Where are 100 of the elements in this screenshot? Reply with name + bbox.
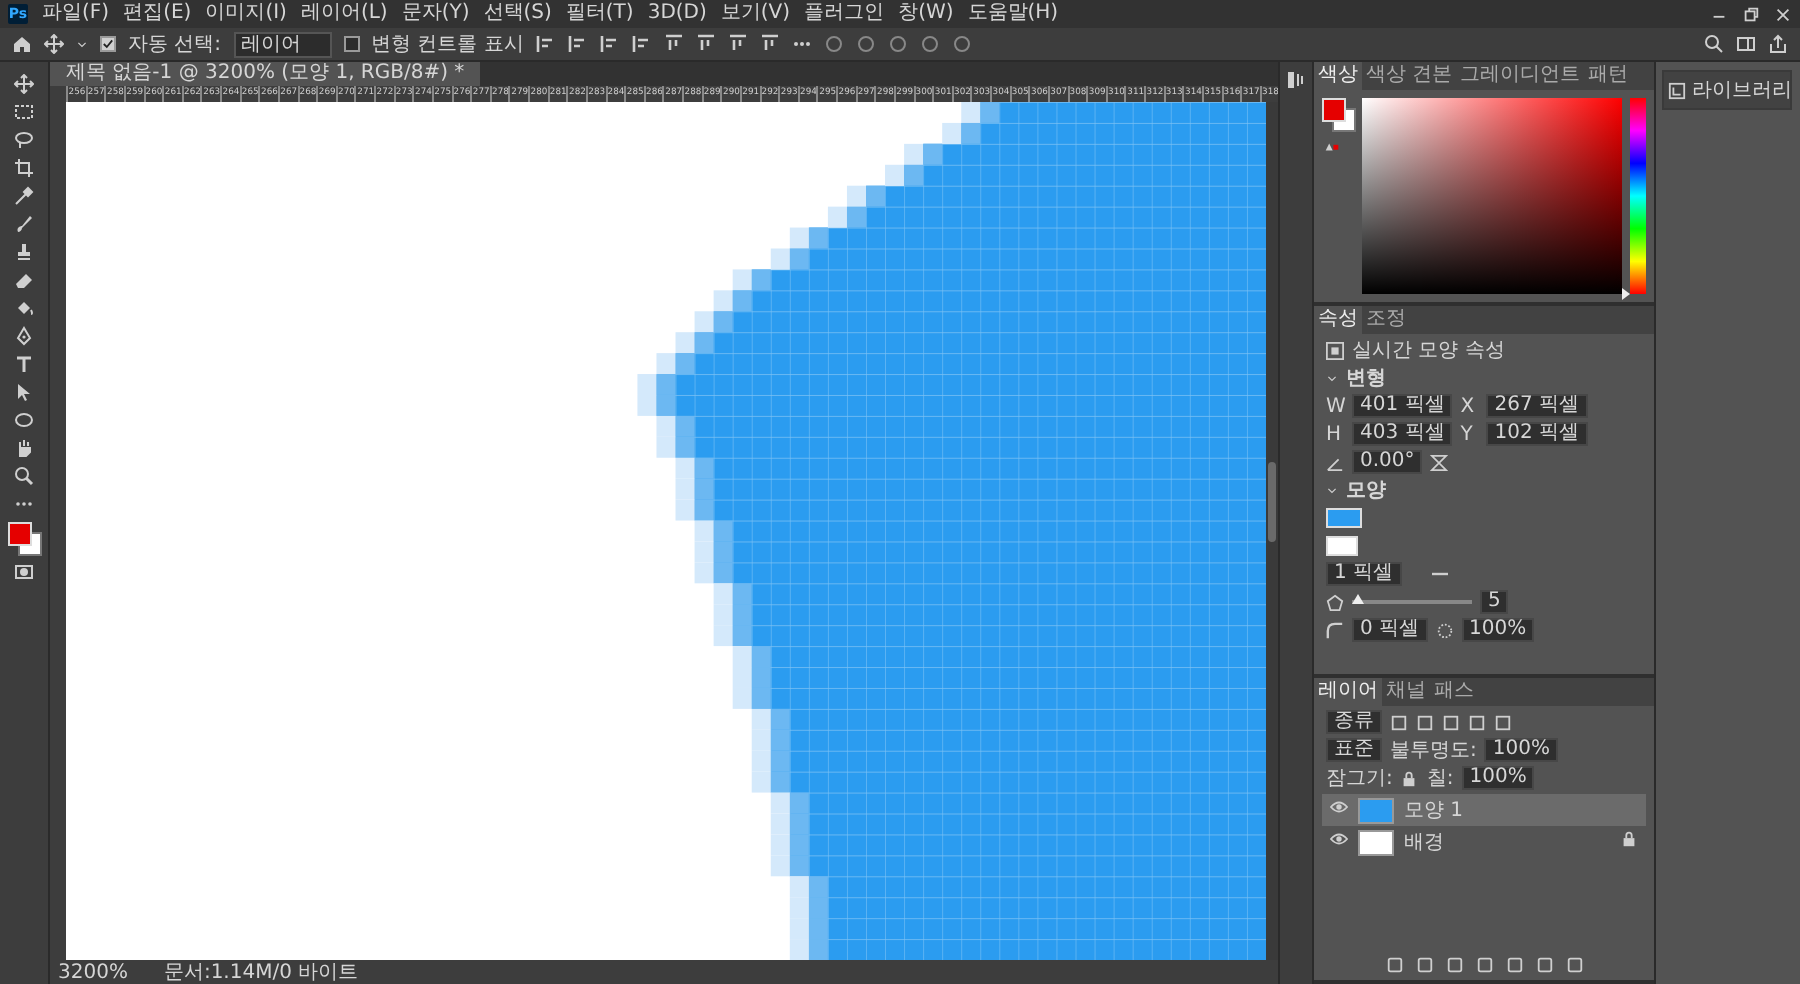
layer-row[interactable]: 배경 (1322, 826, 1646, 858)
align-icon[interactable] (631, 34, 652, 54)
eraser-icon[interactable] (14, 270, 34, 290)
color-swatches[interactable] (8, 522, 40, 554)
menu-item[interactable]: 플러그인 (804, 2, 885, 26)
check-icon (102, 38, 114, 50)
color-field[interactable] (1362, 98, 1622, 294)
search-icon[interactable] (1704, 34, 1724, 54)
layer-thumbnail (1358, 829, 1394, 855)
distribute-icon[interactable] (695, 34, 716, 54)
shape-layer-icon (1326, 341, 1344, 359)
menu-item[interactable]: 편집(E) (123, 2, 192, 26)
close-icon[interactable] (1774, 5, 1792, 23)
angle-field[interactable]: 0.00° (1352, 450, 1423, 474)
document-tab[interactable]: 제목 없음-1 @ 3200% (모양 1, RGB/8#) * (50, 62, 481, 86)
dimension-field[interactable]: 102 픽셀 (1486, 422, 1588, 446)
bucket-icon[interactable] (14, 298, 34, 318)
hand-icon[interactable] (14, 438, 34, 458)
menu-item[interactable]: 레이어(L) (300, 2, 388, 26)
align-icon[interactable] (535, 34, 556, 54)
distribute-icon[interactable] (663, 34, 684, 54)
panel-tab[interactable]: 속성 (1314, 306, 1362, 334)
restore-icon[interactable] (1742, 5, 1760, 23)
field-label: Y (1460, 423, 1475, 445)
menu-item[interactable]: 필터(T) (565, 2, 634, 26)
align-icon[interactable] (599, 34, 620, 54)
pointer-icon[interactable] (14, 382, 34, 402)
eyedropper-icon[interactable] (14, 186, 34, 206)
menu-item[interactable]: 파일(F) (42, 2, 110, 26)
checkbox[interactable] (343, 36, 360, 52)
panel-tab[interactable]: 레이어 (1314, 678, 1382, 706)
color-swatches[interactable] (1322, 98, 1354, 130)
panel-toggle-icon[interactable] (1286, 70, 1306, 90)
move-icon[interactable] (14, 74, 34, 94)
checkbox[interactable] (100, 36, 116, 52)
zoom-level: 3200% (58, 961, 128, 983)
field-label: X (1460, 395, 1477, 417)
flip-icon[interactable] (1430, 453, 1449, 471)
align-icon[interactable] (567, 34, 588, 54)
section-heading: 모양 (1346, 478, 1386, 504)
panel-tab[interactable]: 색상 (1314, 62, 1362, 90)
menu-item[interactable]: 창(W) (898, 2, 954, 26)
field-label: H (1326, 423, 1344, 445)
stamp-icon[interactable] (14, 242, 34, 262)
layer-filter-dropdown[interactable]: 종류 (1326, 710, 1382, 734)
opacity-label: 불투명도: (1390, 738, 1477, 764)
menu-item[interactable]: 3D(D) (647, 2, 707, 26)
libraries-button[interactable]: 라이브러리 (1662, 70, 1792, 110)
distribute-icon[interactable] (727, 34, 748, 54)
caret-icon (76, 38, 88, 50)
pen-icon[interactable] (14, 326, 34, 346)
sides-field[interactable]: 5 (1480, 590, 1509, 614)
eye-icon[interactable] (1330, 830, 1348, 848)
dimension-field[interactable]: 267 픽셀 (1486, 394, 1588, 418)
fill-field[interactable]: 100% (1461, 766, 1535, 790)
fill-color-swatch[interactable] (1326, 508, 1362, 528)
quick-mask-icon[interactable] (14, 562, 34, 582)
menu-item[interactable]: 문자(Y) (401, 2, 470, 26)
library-icon (1668, 81, 1686, 99)
smoothness-field[interactable]: 100% (1461, 618, 1535, 642)
auto-select-dropdown[interactable]: 레이어 (233, 31, 332, 57)
ellipse-tool-icon[interactable] (14, 410, 34, 430)
panel-tab[interactable]: 채널 (1382, 678, 1430, 706)
stroke-color-swatch[interactable] (1326, 536, 1358, 556)
section-heading: 변형 (1346, 366, 1386, 392)
menu-item[interactable]: 도움말(H) (967, 2, 1059, 26)
brush-icon[interactable] (14, 214, 34, 234)
share-icon[interactable] (1768, 34, 1788, 54)
type-icon[interactable] (14, 354, 34, 374)
layer-name: 배경 (1404, 830, 1444, 856)
menu-item[interactable]: 이미지(I) (205, 2, 287, 26)
layer-row[interactable]: 모양 1 (1322, 794, 1646, 826)
stroke-width-field[interactable]: 1 픽셀 (1326, 562, 1402, 586)
scrollbar-thumb[interactable] (1268, 462, 1276, 542)
menu-item[interactable]: 보기(V) (720, 2, 791, 26)
lock-icon[interactable] (1400, 769, 1419, 787)
eye-icon[interactable] (1330, 798, 1348, 816)
panel-tab[interactable]: 그레이디언트 (1456, 62, 1585, 90)
workspace-icon[interactable] (1736, 34, 1756, 54)
move-icon[interactable] (44, 34, 64, 54)
angle-icon (1326, 453, 1344, 471)
opacity-field[interactable]: 100% (1484, 738, 1558, 762)
blend-mode-dropdown[interactable]: 표준 (1326, 738, 1382, 762)
home-icon[interactable] (12, 34, 32, 54)
panel-tab[interactable]: 패스 (1430, 678, 1478, 706)
dimension-field[interactable]: 403 픽셀 (1352, 422, 1453, 446)
dimension-field[interactable]: 401 픽셀 (1352, 394, 1453, 418)
field-label: W (1326, 395, 1344, 417)
panel-tab[interactable]: 조정 (1362, 306, 1410, 334)
distribute-icon[interactable] (759, 34, 780, 54)
lock-label: 잠그기: (1326, 766, 1393, 792)
lasso-icon[interactable] (14, 130, 34, 150)
panel-tab[interactable]: 패턴 (1584, 62, 1633, 90)
zoom-icon[interactable] (14, 466, 34, 486)
marquee-icon[interactable] (14, 102, 34, 122)
transform-controls-label: 변형 컨트롤 표시 (371, 32, 524, 58)
crop-icon[interactable] (14, 158, 34, 178)
corner-radius-field[interactable]: 0 픽셀 (1352, 618, 1428, 642)
menu-item[interactable]: 선택(S) (483, 2, 552, 26)
panel-tab[interactable]: 색상 견본 (1362, 62, 1457, 90)
